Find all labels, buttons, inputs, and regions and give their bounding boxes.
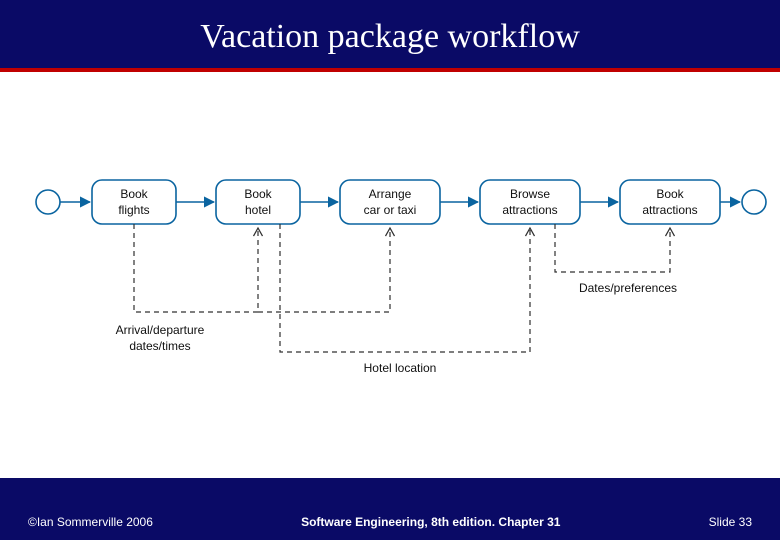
data-flow-dashed [555,224,670,272]
footer-copyright: ©Ian Sommerville 2006 [0,515,153,529]
activity-label: flights [118,203,149,217]
activity-label: Book [656,187,684,201]
annotation-label: Dates/preferences [579,281,677,295]
footer-slide-number: 33 [739,515,752,529]
activity-label: car or taxi [364,203,417,217]
diagram-canvas: Book flights Book hotel Arrange car or t… [0,72,780,478]
activity-label: Browse [510,187,550,201]
activity-label: Book [120,187,148,201]
data-flow-dashed [280,224,530,352]
footer-center: Software Engineering, 8th edition. Chapt… [153,515,709,529]
activity-label: hotel [245,203,271,217]
footer-slide-label: Slide [709,515,736,529]
annotation-label: Arrival/departure [116,323,205,337]
workflow-diagram: Book flights Book hotel Arrange car or t… [0,72,780,478]
data-flow-dashed [258,228,390,312]
footer-slide-info: Slide 33 [709,515,780,529]
start-node-icon [36,190,60,214]
activity-label: attractions [642,203,697,217]
annotation-label: dates/times [129,339,190,353]
activity-label: Book [244,187,272,201]
end-node-icon [742,190,766,214]
annotation-label: Hotel location [364,361,437,375]
slide-footer: ©Ian Sommerville 2006 Software Engineeri… [0,504,780,540]
data-flow-dashed [134,224,258,312]
activity-label: attractions [502,203,557,217]
slide-title: Vacation package workflow [0,0,780,68]
activity-label: Arrange [369,187,412,201]
